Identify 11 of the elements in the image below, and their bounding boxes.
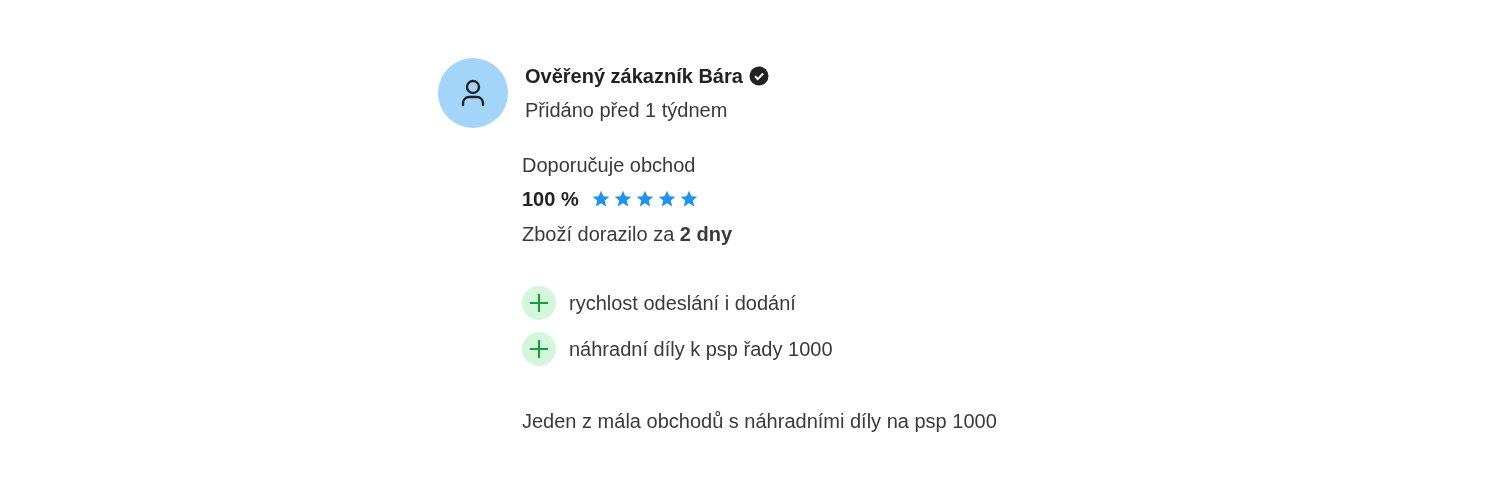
delivery-time: Zboží dorazilo za 2 dny: [522, 222, 734, 247]
recommend-label: Doporučuje obchod: [522, 153, 697, 178]
review-point: náhradní díly k psp řady 1000: [569, 337, 833, 362]
reviewer-name: Ověřený zákazník Bára: [525, 64, 743, 89]
review-comment: Jeden z mála obchodů s náhradními díly na psp 1000: [522, 409, 997, 434]
person-icon: [460, 79, 486, 107]
plus-icon: [522, 286, 556, 320]
review-date: Přidáno před 1 týdnem: [525, 98, 729, 123]
review-point: rychlost odeslání i dodání: [569, 291, 796, 316]
plus-icon: [522, 332, 556, 366]
rating-percent: 100 %: [522, 187, 579, 212]
